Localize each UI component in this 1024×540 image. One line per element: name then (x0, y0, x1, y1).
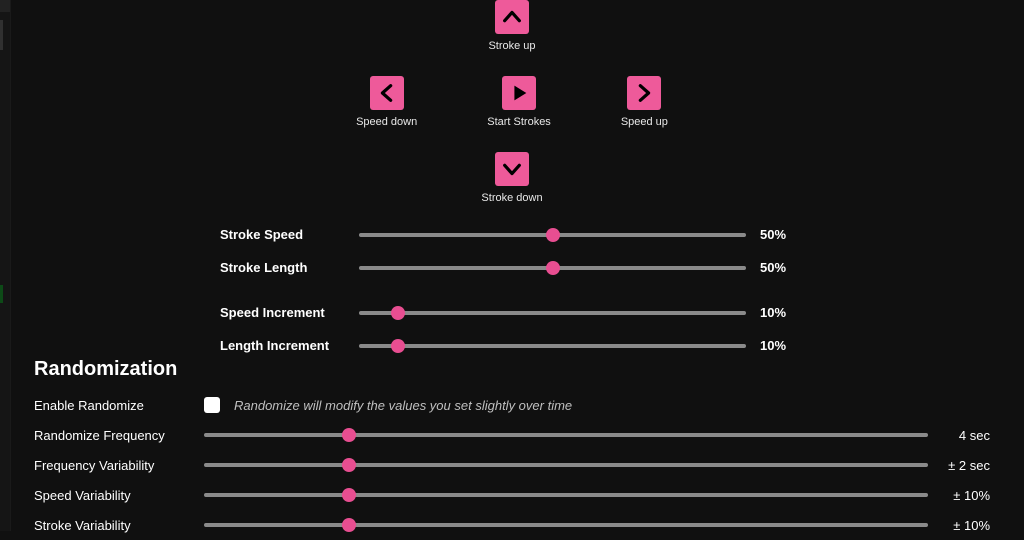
speed-variability-value: ± 10% (938, 488, 994, 503)
speed-increment-label: Speed Increment (220, 305, 345, 320)
play-icon (508, 82, 530, 104)
chevron-down-icon (501, 158, 523, 180)
randomize-frequency-slider[interactable] (204, 433, 928, 437)
randomization-heading: Randomization (34, 358, 177, 381)
slider-thumb[interactable] (391, 306, 405, 320)
length-increment-value: 10% (760, 338, 810, 353)
stroke-length-value: 50% (760, 260, 810, 275)
slider-thumb[interactable] (342, 428, 356, 442)
frequency-variability-value: ± 2 sec (938, 458, 994, 473)
speed-up-label: Speed up (621, 116, 668, 128)
enable-randomize-checkbox[interactable] (204, 397, 220, 413)
stroke-sliders: Stroke Speed 50% Stroke Length 50% Speed… (220, 222, 810, 358)
stroke-up-label: Stroke up (488, 40, 535, 52)
chevron-up-icon (501, 6, 523, 28)
slider-thumb[interactable] (391, 339, 405, 353)
randomize-frequency-value: 4 sec (938, 428, 994, 443)
slider-thumb[interactable] (342, 458, 356, 472)
slider-thumb[interactable] (342, 488, 356, 502)
speed-down-label: Speed down (356, 116, 417, 128)
stroke-down-label: Stroke down (481, 192, 542, 204)
speed-up-button[interactable] (627, 76, 661, 110)
start-strokes-label: Start Strokes (487, 116, 551, 128)
stroke-speed-value: 50% (760, 227, 810, 242)
stroke-length-label: Stroke Length (220, 260, 345, 275)
slider-thumb[interactable] (546, 228, 560, 242)
enable-randomize-help: Randomize will modify the values you set… (234, 398, 572, 413)
length-increment-label: Length Increment (220, 338, 345, 353)
slider-thumb[interactable] (546, 261, 560, 275)
randomize-frequency-label: Randomize Frequency (34, 428, 194, 443)
speed-variability-label: Speed Variability (34, 488, 194, 503)
stroke-variability-slider[interactable] (204, 523, 928, 527)
stroke-variability-value: ± 10% (938, 518, 994, 533)
length-increment-slider[interactable] (359, 344, 746, 348)
chevron-right-icon (633, 82, 655, 104)
chevron-left-icon (376, 82, 398, 104)
stroke-speed-label: Stroke Speed (220, 227, 345, 242)
stroke-up-button[interactable] (495, 0, 529, 34)
stroke-speed-slider[interactable] (359, 233, 746, 237)
speed-variability-slider[interactable] (204, 493, 928, 497)
frequency-variability-slider[interactable] (204, 463, 928, 467)
frequency-variability-label: Frequency Variability (34, 458, 194, 473)
speed-down-button[interactable] (370, 76, 404, 110)
speed-increment-slider[interactable] (359, 311, 746, 315)
slider-thumb[interactable] (342, 518, 356, 532)
stroke-dpad: Stroke up Speed down Start Strokes Speed… (0, 0, 1024, 204)
stroke-variability-label: Stroke Variability (34, 518, 194, 533)
enable-randomize-label: Enable Randomize (34, 398, 194, 413)
stroke-down-button[interactable] (495, 152, 529, 186)
speed-increment-value: 10% (760, 305, 810, 320)
randomization-section: Enable Randomize Randomize will modify t… (34, 390, 994, 540)
stroke-length-slider[interactable] (359, 266, 746, 270)
start-strokes-button[interactable] (502, 76, 536, 110)
